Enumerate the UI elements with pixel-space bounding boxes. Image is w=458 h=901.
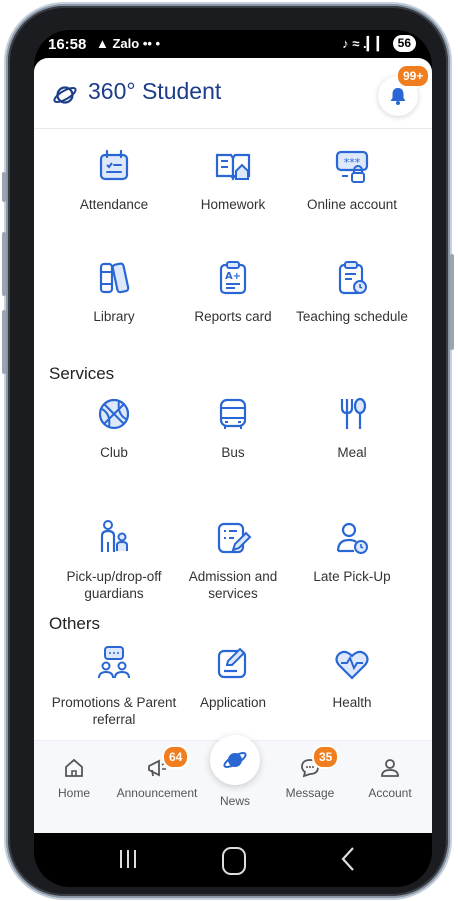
home-icon xyxy=(65,758,83,777)
phone-volume-down xyxy=(2,310,6,374)
book-home-icon xyxy=(215,153,251,181)
tile-label: Bus xyxy=(221,445,245,460)
nav-message[interactable]: Message 35 xyxy=(270,745,350,800)
person-clock-icon xyxy=(336,522,368,554)
tile-label: Promotions & Parent referral xyxy=(51,695,177,727)
page-title: 360° Student xyxy=(88,78,222,104)
back-icon[interactable] xyxy=(340,845,356,873)
tile-attendance[interactable]: Attendance xyxy=(50,146,178,213)
tile-label: Online account xyxy=(306,197,398,212)
tile-admission-services[interactable]: Admission and services xyxy=(169,518,297,602)
tile-application[interactable]: Application xyxy=(169,644,297,711)
edit-list-icon xyxy=(217,522,252,554)
tile-label: Reports card xyxy=(194,309,272,324)
tile-label: Late Pick-Up xyxy=(313,569,391,584)
nav-home-label: Home xyxy=(57,786,90,800)
nav-account[interactable]: Account xyxy=(350,757,430,800)
svg-text:A+: A+ xyxy=(225,271,241,282)
clipboard-clock-icon xyxy=(338,261,367,295)
tile-meal[interactable]: Meal xyxy=(288,394,416,461)
phone-side-button xyxy=(2,172,6,202)
battery-indicator: 56 xyxy=(392,35,416,52)
tile-homework[interactable]: Homework xyxy=(169,146,297,213)
tile-label: Teaching schedule xyxy=(296,309,408,324)
tile-label: Meal xyxy=(337,445,367,460)
nav-news[interactable] xyxy=(210,735,260,785)
bus-icon xyxy=(219,398,247,429)
nav-announcement[interactable]: Announcement 64 xyxy=(112,745,202,800)
tile-label: Pick-up/drop-off guardians xyxy=(66,569,162,601)
tile-health[interactable]: Health xyxy=(288,644,416,711)
heart-pulse-icon xyxy=(335,650,369,680)
message-badge: 35 xyxy=(312,745,340,769)
app-header: 360° Student 99+ xyxy=(34,58,432,129)
tile-reports-card[interactable]: A+ Reports card xyxy=(169,258,297,325)
tile-label: Club xyxy=(100,445,128,460)
tile-late-pickup[interactable]: Late Pick-Up xyxy=(288,518,416,585)
section-title-others: Others xyxy=(49,614,101,633)
notification-button[interactable]: 99+ xyxy=(378,64,431,116)
tile-label: Health xyxy=(332,695,372,710)
section-title-services: Services xyxy=(49,364,115,383)
signal-wifi-icons: ♪ ≈ .▎▎ xyxy=(342,35,387,51)
app-screen: 360° Student 99+ Attendance Homework ***… xyxy=(34,58,432,833)
tile-bus[interactable]: Bus xyxy=(169,394,297,461)
nav-home[interactable]: Home xyxy=(34,757,114,800)
nav-message-label: Message xyxy=(285,786,335,800)
bottom-navigation: Home Announcement 64 News Message 35 Acc… xyxy=(34,735,432,833)
tile-club[interactable]: Club xyxy=(50,394,178,461)
notification-badge: 99+ xyxy=(396,64,431,88)
announcement-badge: 64 xyxy=(162,745,190,769)
status-notification-icons: ▲ Zalo •• • xyxy=(96,36,161,51)
clipboard-grade-icon: A+ xyxy=(219,261,247,295)
password-lock-icon: *** xyxy=(335,150,369,183)
bell-icon xyxy=(390,88,406,105)
home-system-icon[interactable] xyxy=(222,847,246,875)
people-chat-icon xyxy=(98,646,130,679)
tile-label: Attendance xyxy=(79,197,149,212)
phone-power-button xyxy=(450,254,454,350)
phone-volume-up xyxy=(2,232,6,296)
edit-note-icon xyxy=(217,647,247,679)
user-icon xyxy=(381,759,399,777)
status-bar: 16:58 ▲ Zalo •• • ♪ ≈ .▎▎ 56 xyxy=(34,30,432,58)
books-icon xyxy=(99,262,130,294)
basketball-icon xyxy=(98,398,130,430)
phone-screen: 16:58 ▲ Zalo •• • ♪ ≈ .▎▎ 56 360° Studen… xyxy=(34,30,432,887)
tile-teaching-schedule[interactable]: Teaching schedule xyxy=(288,258,416,325)
status-time: 16:58 xyxy=(48,36,87,53)
status-system-icons: ♪ ≈ .▎▎ 56 xyxy=(342,35,416,52)
svg-text:***: *** xyxy=(344,156,361,169)
calendar-check-icon xyxy=(99,149,129,181)
tile-online-account[interactable]: *** Online account xyxy=(288,146,416,213)
planet-logo-icon xyxy=(53,86,77,104)
system-navigation-bar xyxy=(34,833,432,887)
tile-pickup-guardians[interactable]: Pick-up/drop-off guardians xyxy=(50,518,178,602)
nav-announcement-label: Announcement xyxy=(116,786,198,800)
tile-label: Homework xyxy=(200,197,266,212)
tile-label: Application xyxy=(199,695,267,710)
nav-news-label: News xyxy=(219,794,250,808)
fork-spoon-icon xyxy=(340,397,367,429)
recent-apps-icon[interactable] xyxy=(118,847,138,871)
planet-icon xyxy=(223,752,247,768)
tile-label: Admission and services xyxy=(188,569,278,601)
tile-library[interactable]: Library xyxy=(50,258,178,325)
guardian-child-icon xyxy=(100,520,128,552)
tile-label: Library xyxy=(93,309,135,324)
tile-promotions-referral[interactable]: Promotions & Parent referral xyxy=(50,644,178,728)
nav-account-label: Account xyxy=(368,786,412,800)
